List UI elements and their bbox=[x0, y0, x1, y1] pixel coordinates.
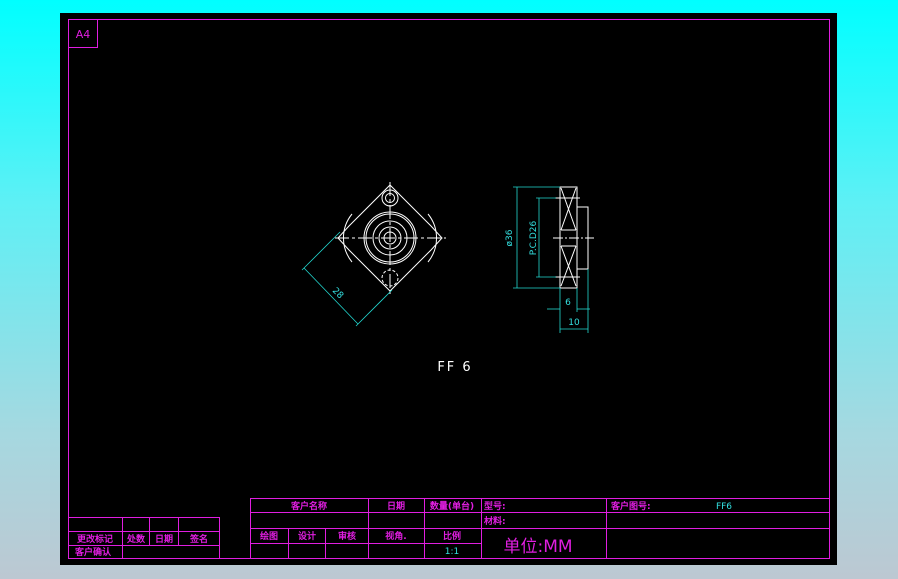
date-label: 日期 bbox=[387, 500, 405, 512]
unit-label: 单位:MM bbox=[503, 537, 572, 557]
dimension-10-text: 10 bbox=[568, 318, 580, 328]
dimension-pcd-text: P.C.D26 bbox=[529, 221, 539, 256]
dimension-36-text: ø36 bbox=[505, 229, 515, 246]
cad-drawing-canvas[interactable]: A4 28 ø36 P.C.D26 6 10 FF 6 客户名称 日期 数量(单… bbox=[0, 0, 898, 579]
part-label: FF 6 bbox=[437, 360, 472, 375]
scale-value: 1:1 bbox=[445, 547, 459, 557]
quantity-label: 数量(单台) bbox=[430, 500, 474, 512]
drawing-sheet bbox=[60, 13, 837, 565]
scale-label: 比例 bbox=[443, 530, 461, 542]
customer-confirm-label: 客户确认 bbox=[74, 546, 112, 558]
signature-label: 签名 bbox=[189, 533, 208, 545]
revision-date-label: 日期 bbox=[155, 533, 173, 545]
review-label: 审核 bbox=[338, 530, 356, 542]
model-label: 型号: bbox=[484, 500, 506, 512]
change-mark-label: 更改标记 bbox=[77, 533, 113, 545]
drawn-label: 绘图 bbox=[260, 530, 278, 542]
view-angle-label: 视角. bbox=[385, 530, 406, 542]
customer-drawing-no-value: FF6 bbox=[716, 502, 732, 512]
material-label: 材料: bbox=[483, 515, 506, 527]
customer-name-label: 客户名称 bbox=[290, 500, 327, 512]
dimension-6-text: 6 bbox=[565, 298, 571, 308]
design-label: 设计 bbox=[298, 530, 316, 542]
customer-drawing-no-label: 客户图号: bbox=[610, 500, 651, 512]
sheet-size-label: A4 bbox=[76, 28, 91, 41]
count-label: 处数 bbox=[126, 533, 146, 545]
